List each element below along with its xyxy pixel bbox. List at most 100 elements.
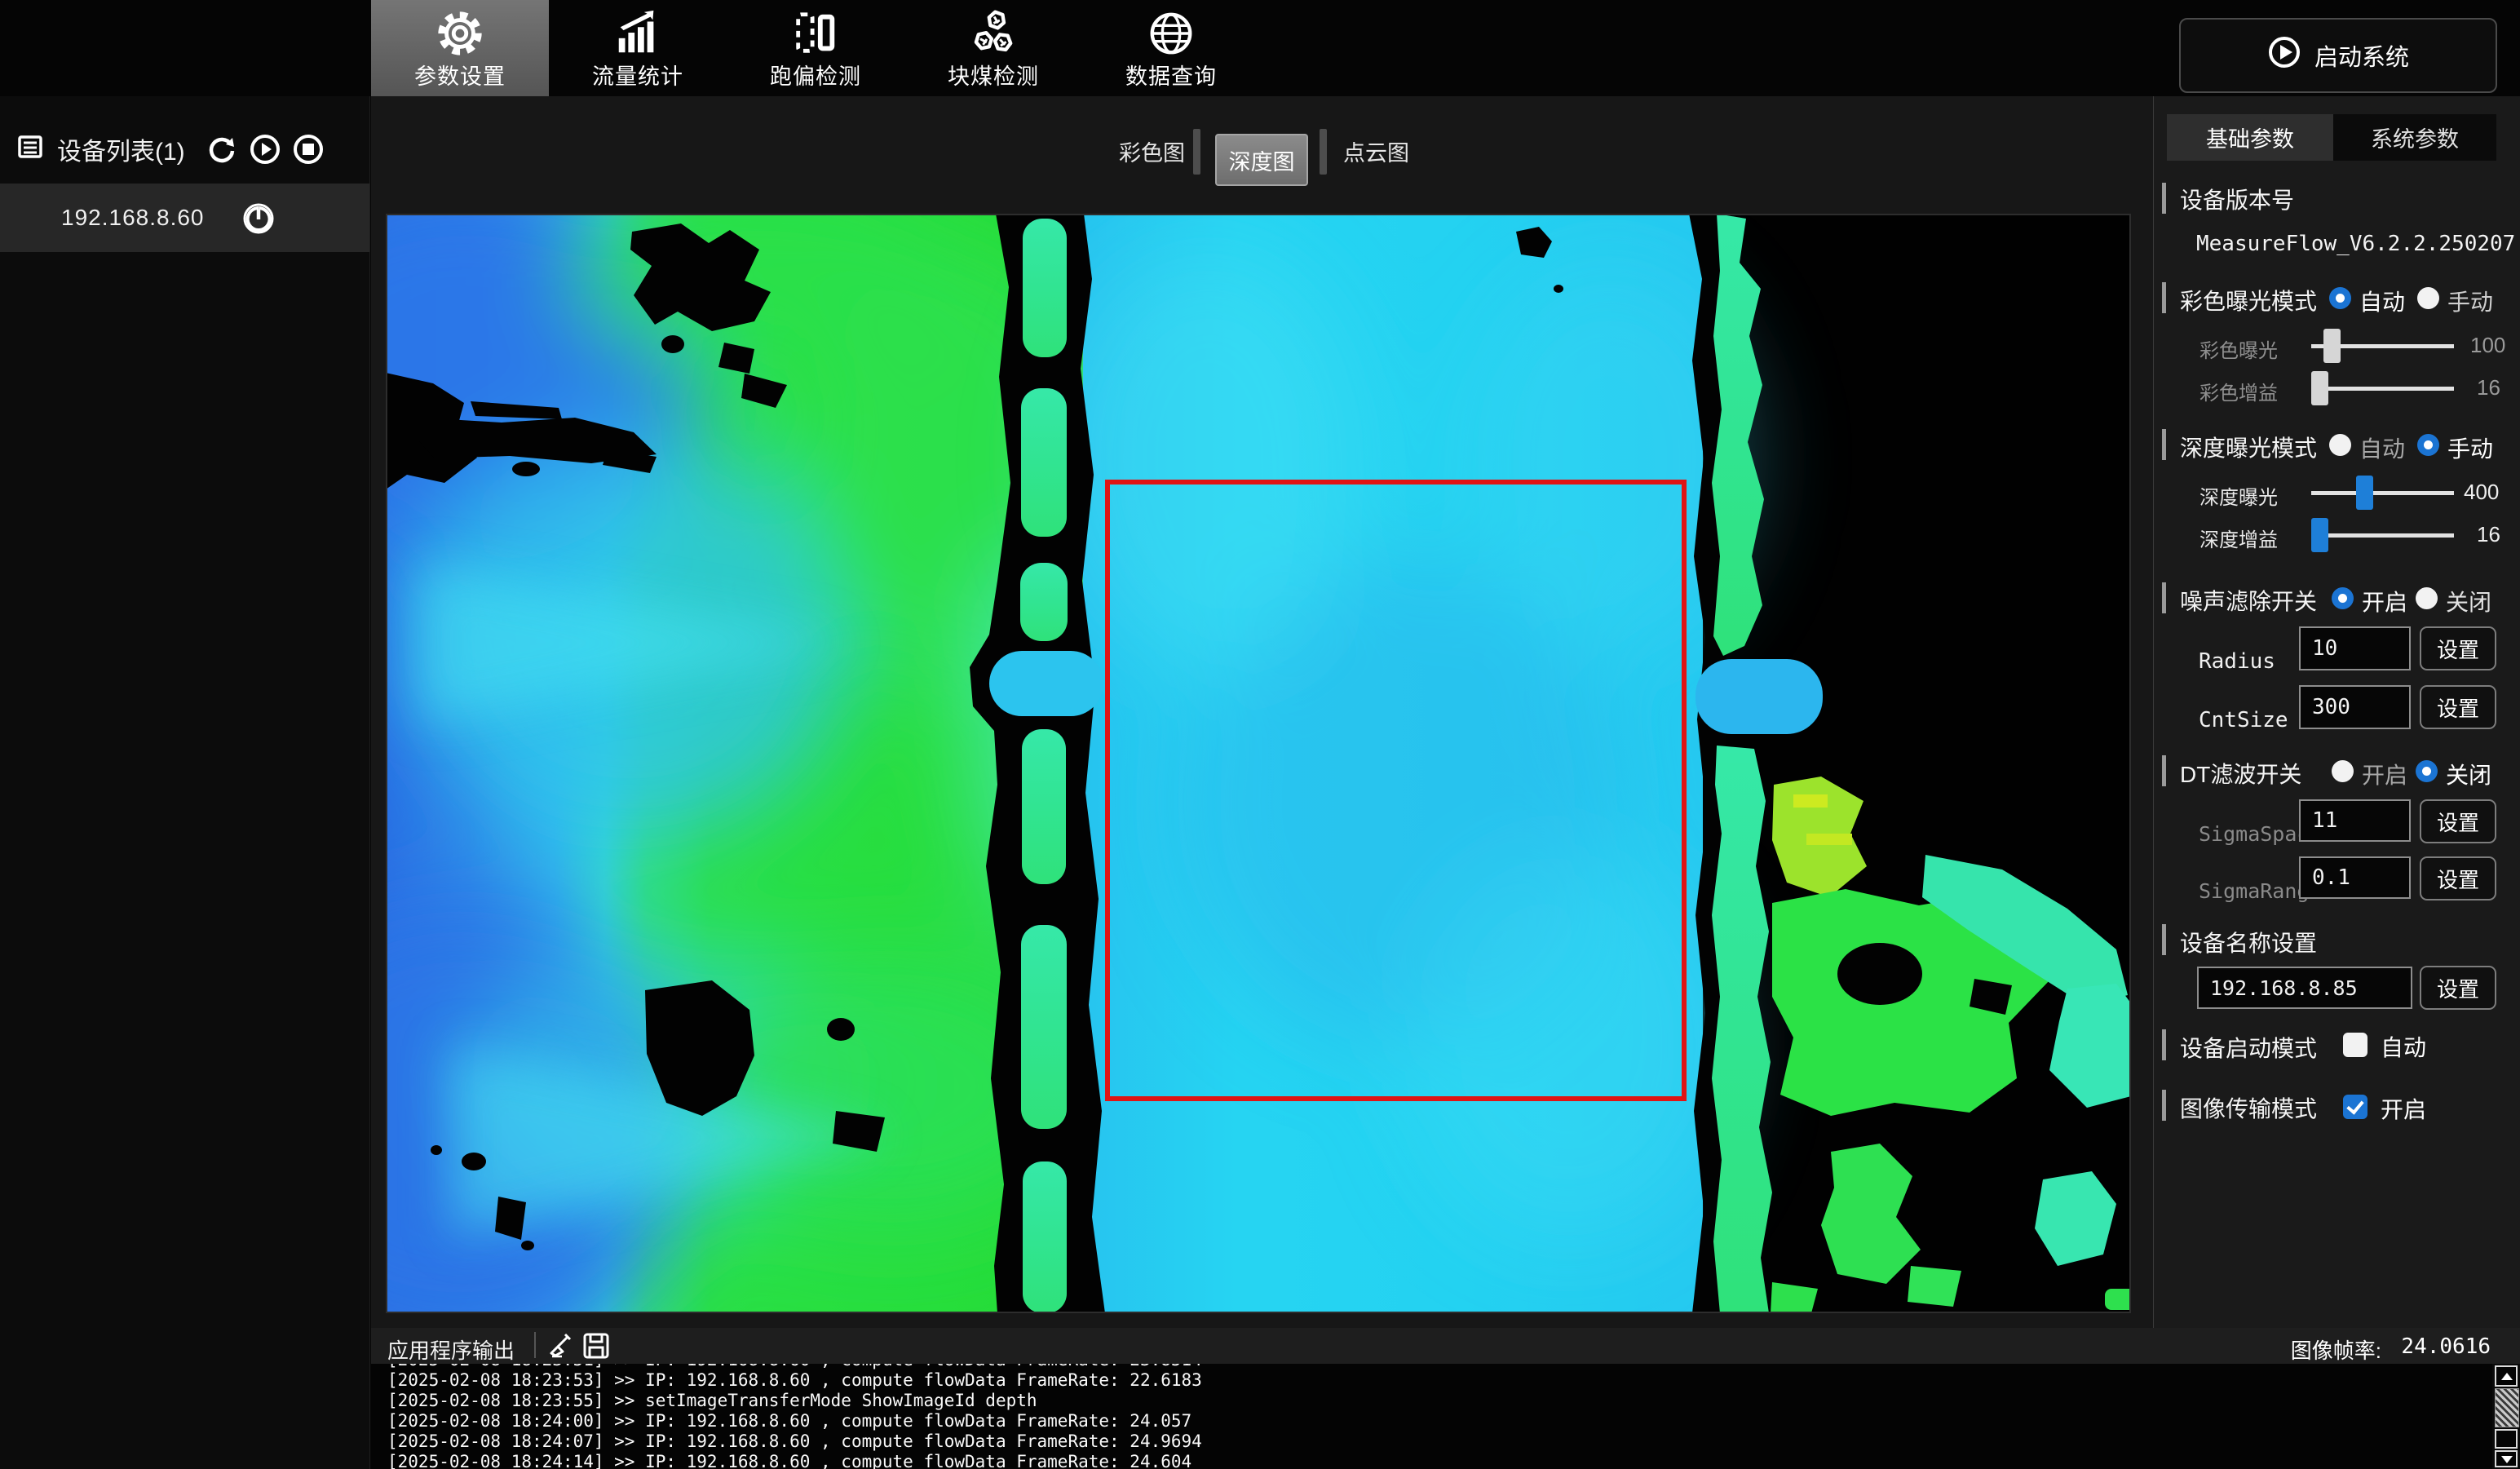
radio-noise-off-label: 关闭: [2446, 585, 2491, 617]
device-list-header: 设备列表(1): [0, 122, 369, 176]
depth-exposure-value: 400: [2464, 480, 2499, 505]
divider: [534, 1332, 536, 1358]
scroll-up-button[interactable]: [2495, 1365, 2518, 1387]
belt-right-notch: [1695, 659, 1823, 734]
section-bar: [2162, 429, 2166, 460]
dt-filter-label: DT滤波开关: [2180, 757, 2301, 790]
tab-system-params[interactable]: 系统参数: [2333, 114, 2496, 161]
color-gain-label: 彩色增益: [2199, 377, 2278, 405]
radio-color-auto[interactable]: [2329, 287, 2351, 309]
tab-deviation-detection[interactable]: 跑偏检测: [727, 0, 904, 96]
deviation-icon: [790, 8, 841, 59]
start-system-button[interactable]: 启动系统: [2179, 18, 2497, 93]
tab-point-cloud[interactable]: 点云图: [1343, 135, 1409, 167]
sigmarange-set-button[interactable]: 设置: [2420, 856, 2496, 900]
device-name-set-button[interactable]: 设置: [2420, 966, 2496, 1010]
scrollbar-thumb[interactable]: [2495, 1388, 2519, 1427]
tab-parameter-settings[interactable]: 参数设置: [371, 0, 549, 96]
start-system-label: 启动系统: [2314, 38, 2409, 73]
device-list-title: 设备列表(1): [57, 131, 185, 167]
radio-noise-off[interactable]: [2416, 587, 2438, 609]
tab-separator: [1320, 129, 1327, 175]
tab-label: 块煤检测: [948, 59, 1039, 91]
power-icon[interactable]: [241, 201, 276, 236]
log-line: [2025-02-08 18:24:14] >> IP: 192.168.8.6…: [387, 1452, 2520, 1469]
transfer-mode-option: 开启: [2381, 1092, 2426, 1125]
radio-dt-off-label: 关闭: [2446, 758, 2491, 790]
scroll-down-button[interactable]: [2495, 1450, 2518, 1467]
log-line: [2025-02-08 18:23:53] >> IP: 192.168.8.6…: [387, 1370, 2520, 1391]
color-gain-slider[interactable]: [2311, 387, 2454, 391]
depth-gain-slider[interactable]: [2311, 533, 2454, 538]
section-bar: [2162, 282, 2166, 313]
sigmaspace-input[interactable]: [2299, 799, 2411, 842]
log-line-partial: [2025-02-08 18:23:51] >> IP: 192.168.8.6…: [387, 1364, 2520, 1370]
color-exposure-handle[interactable]: [2323, 329, 2341, 363]
sigmaspace-set-button[interactable]: 设置: [2420, 799, 2496, 843]
radius-set-button[interactable]: 设置: [2420, 626, 2496, 670]
frame-rate-value: 24.0616: [2401, 1334, 2491, 1359]
depth-exposure-slider[interactable]: [2311, 491, 2454, 495]
top-toolbar: 参数设置 流量统计 跑偏检测: [0, 0, 2520, 96]
radio-depth-auto[interactable]: [2329, 434, 2351, 456]
device-list-item[interactable]: 192.168.8.60: [0, 184, 369, 252]
cntsize-input[interactable]: [2299, 685, 2411, 729]
radius-input[interactable]: [2299, 626, 2411, 670]
color-exposure-label: 彩色曝光: [2199, 334, 2278, 363]
radio-noise-on[interactable]: [2332, 587, 2354, 609]
output-title: 应用程序输出: [387, 1334, 515, 1365]
app-window: 参数设置 流量统计 跑偏检测: [0, 0, 2520, 1469]
play-circle-icon: [2267, 35, 2301, 76]
log-line: [2025-02-08 18:24:00] >> IP: 192.168.8.6…: [387, 1411, 2520, 1431]
sigmarange-input[interactable]: [2299, 856, 2411, 899]
boot-mode-checkbox[interactable]: [2343, 1033, 2367, 1057]
tab-data-query[interactable]: 数据查询: [1082, 0, 1260, 96]
boot-mode-option: 自动: [2381, 1030, 2426, 1063]
radio-dt-on[interactable]: [2332, 760, 2354, 782]
noise-filter-label: 噪声滤除开关: [2180, 584, 2317, 617]
radio-depth-auto-label: 自动: [2359, 431, 2405, 464]
globe-icon: [1146, 8, 1196, 59]
radio-color-auto-label: 自动: [2359, 285, 2405, 317]
depth-gain-label: 深度增益: [2199, 524, 2278, 552]
save-log-icon[interactable]: [581, 1331, 611, 1361]
play-all-button[interactable]: [248, 132, 282, 166]
main-view: 彩色图 深度图 点云图: [371, 96, 2153, 1328]
bar-chart-icon: [612, 8, 663, 59]
gear-icon: [435, 8, 485, 59]
tab-depth-map[interactable]: 深度图: [1215, 134, 1308, 186]
cntsize-set-button[interactable]: 设置: [2420, 685, 2496, 729]
radio-dt-off[interactable]: [2416, 760, 2438, 782]
clear-log-icon[interactable]: [547, 1331, 577, 1361]
tab-separator: [1193, 129, 1200, 175]
transfer-mode-label: 图像传输模式: [2180, 1091, 2317, 1124]
refresh-button[interactable]: [205, 132, 239, 166]
device-name-input[interactable]: [2197, 967, 2412, 1009]
transfer-mode-checkbox[interactable]: [2343, 1095, 2367, 1119]
scrollbar-track-box[interactable]: [2495, 1429, 2518, 1449]
radio-depth-manual[interactable]: [2417, 434, 2439, 456]
depth-exposure-handle[interactable]: [2356, 476, 2373, 510]
coal-icon: [968, 8, 1019, 59]
tab-label: 参数设置: [414, 59, 506, 91]
depth-map-image[interactable]: [386, 214, 2131, 1313]
belt-left-notch: [989, 651, 1103, 716]
color-exposure-value: 100: [2470, 333, 2505, 358]
depth-exposure-label: 深度曝光: [2199, 481, 2278, 510]
log-scrollbar[interactable]: [2492, 1364, 2520, 1469]
tab-basic-params[interactable]: 基础参数: [2167, 114, 2333, 161]
section-bar: [2162, 924, 2166, 955]
log-line: [2025-02-08 18:24:07] >> IP: 192.168.8.6…: [387, 1431, 2520, 1452]
color-gain-handle[interactable]: [2311, 371, 2328, 405]
tab-color-map[interactable]: 彩色图: [1119, 135, 1185, 167]
radio-color-manual[interactable]: [2417, 287, 2439, 309]
device-name-label: 设备名称设置: [2180, 926, 2317, 958]
tab-flow-statistics[interactable]: 流量统计: [549, 0, 727, 96]
tab-coal-detection[interactable]: 块煤检测: [904, 0, 1082, 96]
depth-gain-value: 16: [2477, 522, 2500, 547]
depth-gain-handle[interactable]: [2311, 518, 2328, 552]
stop-all-button[interactable]: [291, 132, 325, 166]
device-list-icon: [16, 132, 47, 167]
output-strip: 应用程序输出 图像帧率: 24.0616: [371, 1328, 2520, 1364]
color-exposure-mode-label: 彩色曝光模式: [2180, 284, 2317, 316]
